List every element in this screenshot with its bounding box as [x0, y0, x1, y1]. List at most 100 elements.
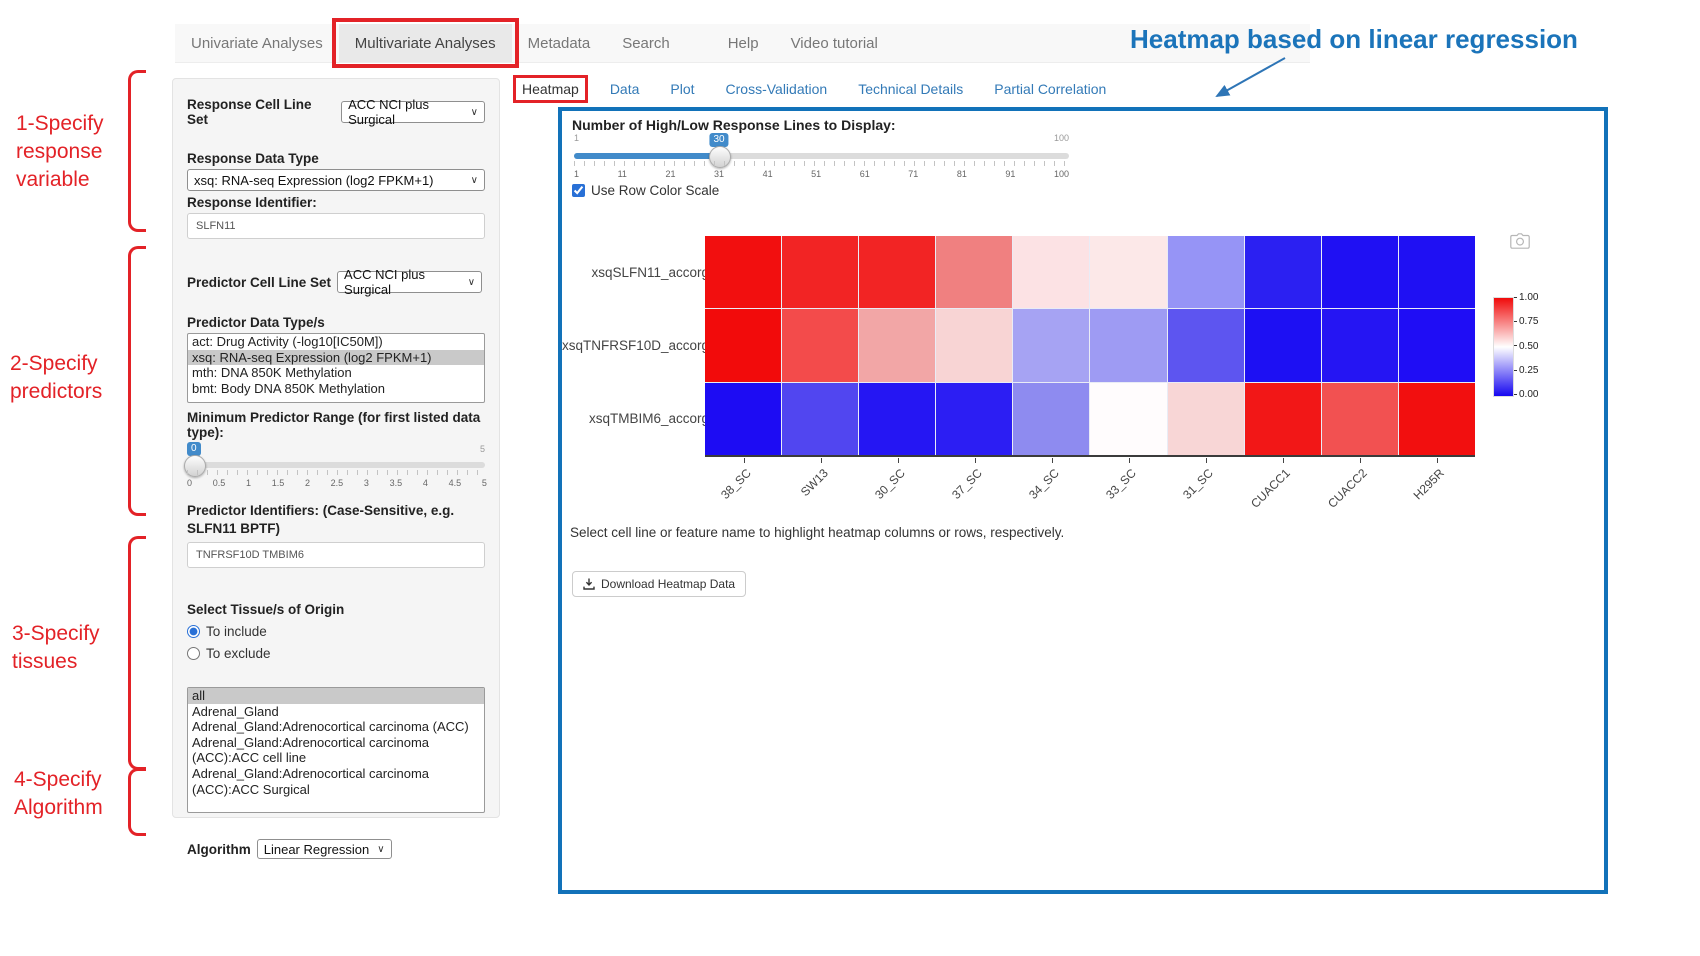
nav-item[interactable]: Help — [712, 24, 775, 62]
colorbar-tick-label: 1.00 — [1514, 292, 1538, 303]
heatmap-col-label[interactable]: CUACC2 — [1292, 466, 1369, 543]
algorithm-label: Algorithm — [187, 842, 251, 857]
chevron-down-icon: ∨ — [468, 277, 475, 288]
tissue-option[interactable]: Adrenal_Gland:Adrenocortical carcinoma (… — [188, 766, 484, 797]
tissue-include-radio-row[interactable]: To include — [187, 624, 485, 639]
heatmap-cell[interactable] — [1090, 309, 1166, 381]
heatmap-cell[interactable] — [1168, 309, 1244, 381]
heatmap-cell[interactable] — [782, 309, 858, 381]
heatmap-cell[interactable] — [1399, 309, 1475, 381]
response-identifier-label: Response Identifier: — [187, 195, 485, 210]
download-icon — [583, 578, 595, 590]
chevron-down-icon: ∨ — [471, 175, 478, 186]
tab[interactable]: Cross-Validation — [724, 79, 830, 99]
heatmap-cell[interactable] — [1013, 236, 1089, 308]
x-axis-tick — [975, 458, 976, 463]
heatmap-cell[interactable] — [1013, 383, 1089, 455]
heatmap-cell[interactable] — [936, 383, 1012, 455]
predictor-data-type-option[interactable]: act: Drug Activity (-log10[IC50M]) — [188, 334, 484, 350]
heatmap-cell[interactable] — [1399, 383, 1475, 455]
heatmap-cell[interactable] — [1399, 236, 1475, 308]
chevron-down-icon: ∨ — [377, 844, 384, 855]
tab[interactable]: Heatmap — [520, 79, 581, 99]
tab-label: Heatmap — [522, 81, 579, 97]
nav-item[interactable]: Univariate Analyses — [175, 24, 339, 62]
predictor-identifiers-input[interactable] — [187, 542, 485, 568]
heatmap-col-label[interactable]: H295R — [1369, 466, 1446, 543]
heatmap-cell[interactable] — [859, 383, 935, 455]
heatmap-cell[interactable] — [1245, 236, 1321, 308]
tab[interactable]: Plot — [668, 79, 696, 99]
predictor-cell-line-set-label: Predictor Cell Line Set — [187, 275, 331, 290]
x-axis-tick — [821, 458, 822, 463]
slider-tick-label: 2.5 — [331, 478, 344, 488]
tissue-include-radio[interactable] — [187, 625, 200, 638]
sidebar-form: Response Cell Line Set ACC NCI plus Surg… — [172, 78, 500, 818]
response-cell-line-set-select[interactable]: ACC NCI plus Surgical ∨ — [341, 101, 485, 123]
heatmap-row-label[interactable]: xsqSLFN11_accorg — [591, 265, 717, 280]
heatmap-col-label[interactable]: 31_SC — [1138, 466, 1215, 543]
predictor-cell-line-set-select[interactable]: ACC NCI plus Surgical ∨ — [337, 271, 482, 293]
heatmap-cell[interactable] — [1090, 236, 1166, 308]
heatmap-cell[interactable] — [1168, 236, 1244, 308]
slider-track[interactable] — [187, 462, 485, 468]
heatmap-cell[interactable] — [1090, 383, 1166, 455]
heatmap-col-label[interactable]: CUACC1 — [1215, 466, 1292, 543]
heatmap-cell[interactable] — [782, 383, 858, 455]
predictor-data-type-option[interactable]: xsq: RNA-seq Expression (log2 FPKM+1) — [188, 350, 484, 366]
heatmap-cell[interactable] — [705, 309, 781, 381]
heatmap-row-label[interactable]: xsqTNFRSF10D_accorg — [562, 338, 717, 353]
predictor-data-type-option[interactable]: mth: DNA 850K Methylation — [188, 365, 484, 381]
heatmap-cell[interactable] — [936, 309, 1012, 381]
response-data-type-label: Response Data Type — [187, 151, 485, 166]
heatmap-cell[interactable] — [1245, 309, 1321, 381]
response-identifier-input[interactable] — [187, 213, 485, 239]
slider-tick-label: 1 — [246, 478, 251, 488]
heatmap-cell[interactable] — [1168, 383, 1244, 455]
tab[interactable]: Partial Correlation — [992, 79, 1108, 99]
tissue-exclude-radio-row[interactable]: To exclude — [187, 646, 485, 661]
camera-icon[interactable] — [1510, 233, 1530, 249]
tab[interactable]: Data — [608, 79, 642, 99]
algorithm-select[interactable]: Linear Regression ∨ — [257, 839, 392, 859]
colorbar-tick-label: 0.25 — [1514, 365, 1538, 376]
nav-item[interactable]: Video tutorial — [775, 24, 894, 62]
nav-item[interactable]: Search — [606, 24, 686, 62]
annotation-bracket-3 — [128, 536, 146, 770]
heatmap-cell[interactable] — [859, 309, 935, 381]
heatmap-cell[interactable] — [705, 383, 781, 455]
tissue-exclude-radio[interactable] — [187, 647, 200, 660]
tissue-option[interactable]: all — [188, 688, 484, 704]
algorithm-value: Linear Regression — [264, 842, 370, 857]
heatmap-cell[interactable] — [1013, 309, 1089, 381]
slider-tick-label: 5 — [482, 478, 487, 488]
x-axis-tick — [1283, 458, 1284, 463]
nav-item-label: Search — [622, 35, 670, 52]
heatmap-cell[interactable] — [1245, 383, 1321, 455]
predictor-data-type-option[interactable]: bmt: Body DNA 850K Methylation — [188, 381, 484, 397]
tissue-listbox: all Adrenal_Gland Adrenal_Gland:Adrenoco… — [187, 687, 485, 813]
heatmap-cell[interactable] — [1322, 309, 1398, 381]
annotation-bracket-1 — [128, 70, 146, 232]
heatmap-row-label[interactable]: xsqTMBIM6_accorg — [589, 411, 717, 426]
tab-label: Cross-Validation — [726, 81, 828, 97]
tissue-option[interactable]: Adrenal_Gland:Adrenocortical carcinoma (… — [188, 735, 484, 766]
heatmap-cell[interactable] — [1322, 236, 1398, 308]
heatmap-cell[interactable] — [859, 236, 935, 308]
heatmap-cell[interactable] — [1322, 383, 1398, 455]
heatmap-cell[interactable] — [705, 236, 781, 308]
tissue-option[interactable]: Adrenal_Gland:Adrenocortical carcinoma (… — [188, 719, 484, 735]
response-data-type-select[interactable]: xsq: RNA-seq Expression (log2 FPKM+1) ∨ — [187, 169, 485, 191]
colorbar-gradient — [1493, 297, 1514, 397]
nav-item[interactable]: Metadata — [512, 24, 607, 62]
heatmap-cell[interactable] — [782, 236, 858, 308]
nav-item[interactable]: Multivariate Analyses — [339, 24, 512, 62]
download-heatmap-data-button[interactable]: Download Heatmap Data — [572, 571, 746, 597]
tissue-option[interactable]: Adrenal_Gland — [188, 704, 484, 720]
colorbar-tick-label: 0.00 — [1514, 389, 1538, 400]
chevron-down-icon: ∨ — [471, 107, 478, 118]
heatmap-cell[interactable] — [936, 236, 1012, 308]
nav-item-label: Help — [728, 35, 759, 52]
heatmap-col-label[interactable]: 33_SC — [1061, 466, 1138, 543]
tab[interactable]: Technical Details — [856, 79, 965, 99]
